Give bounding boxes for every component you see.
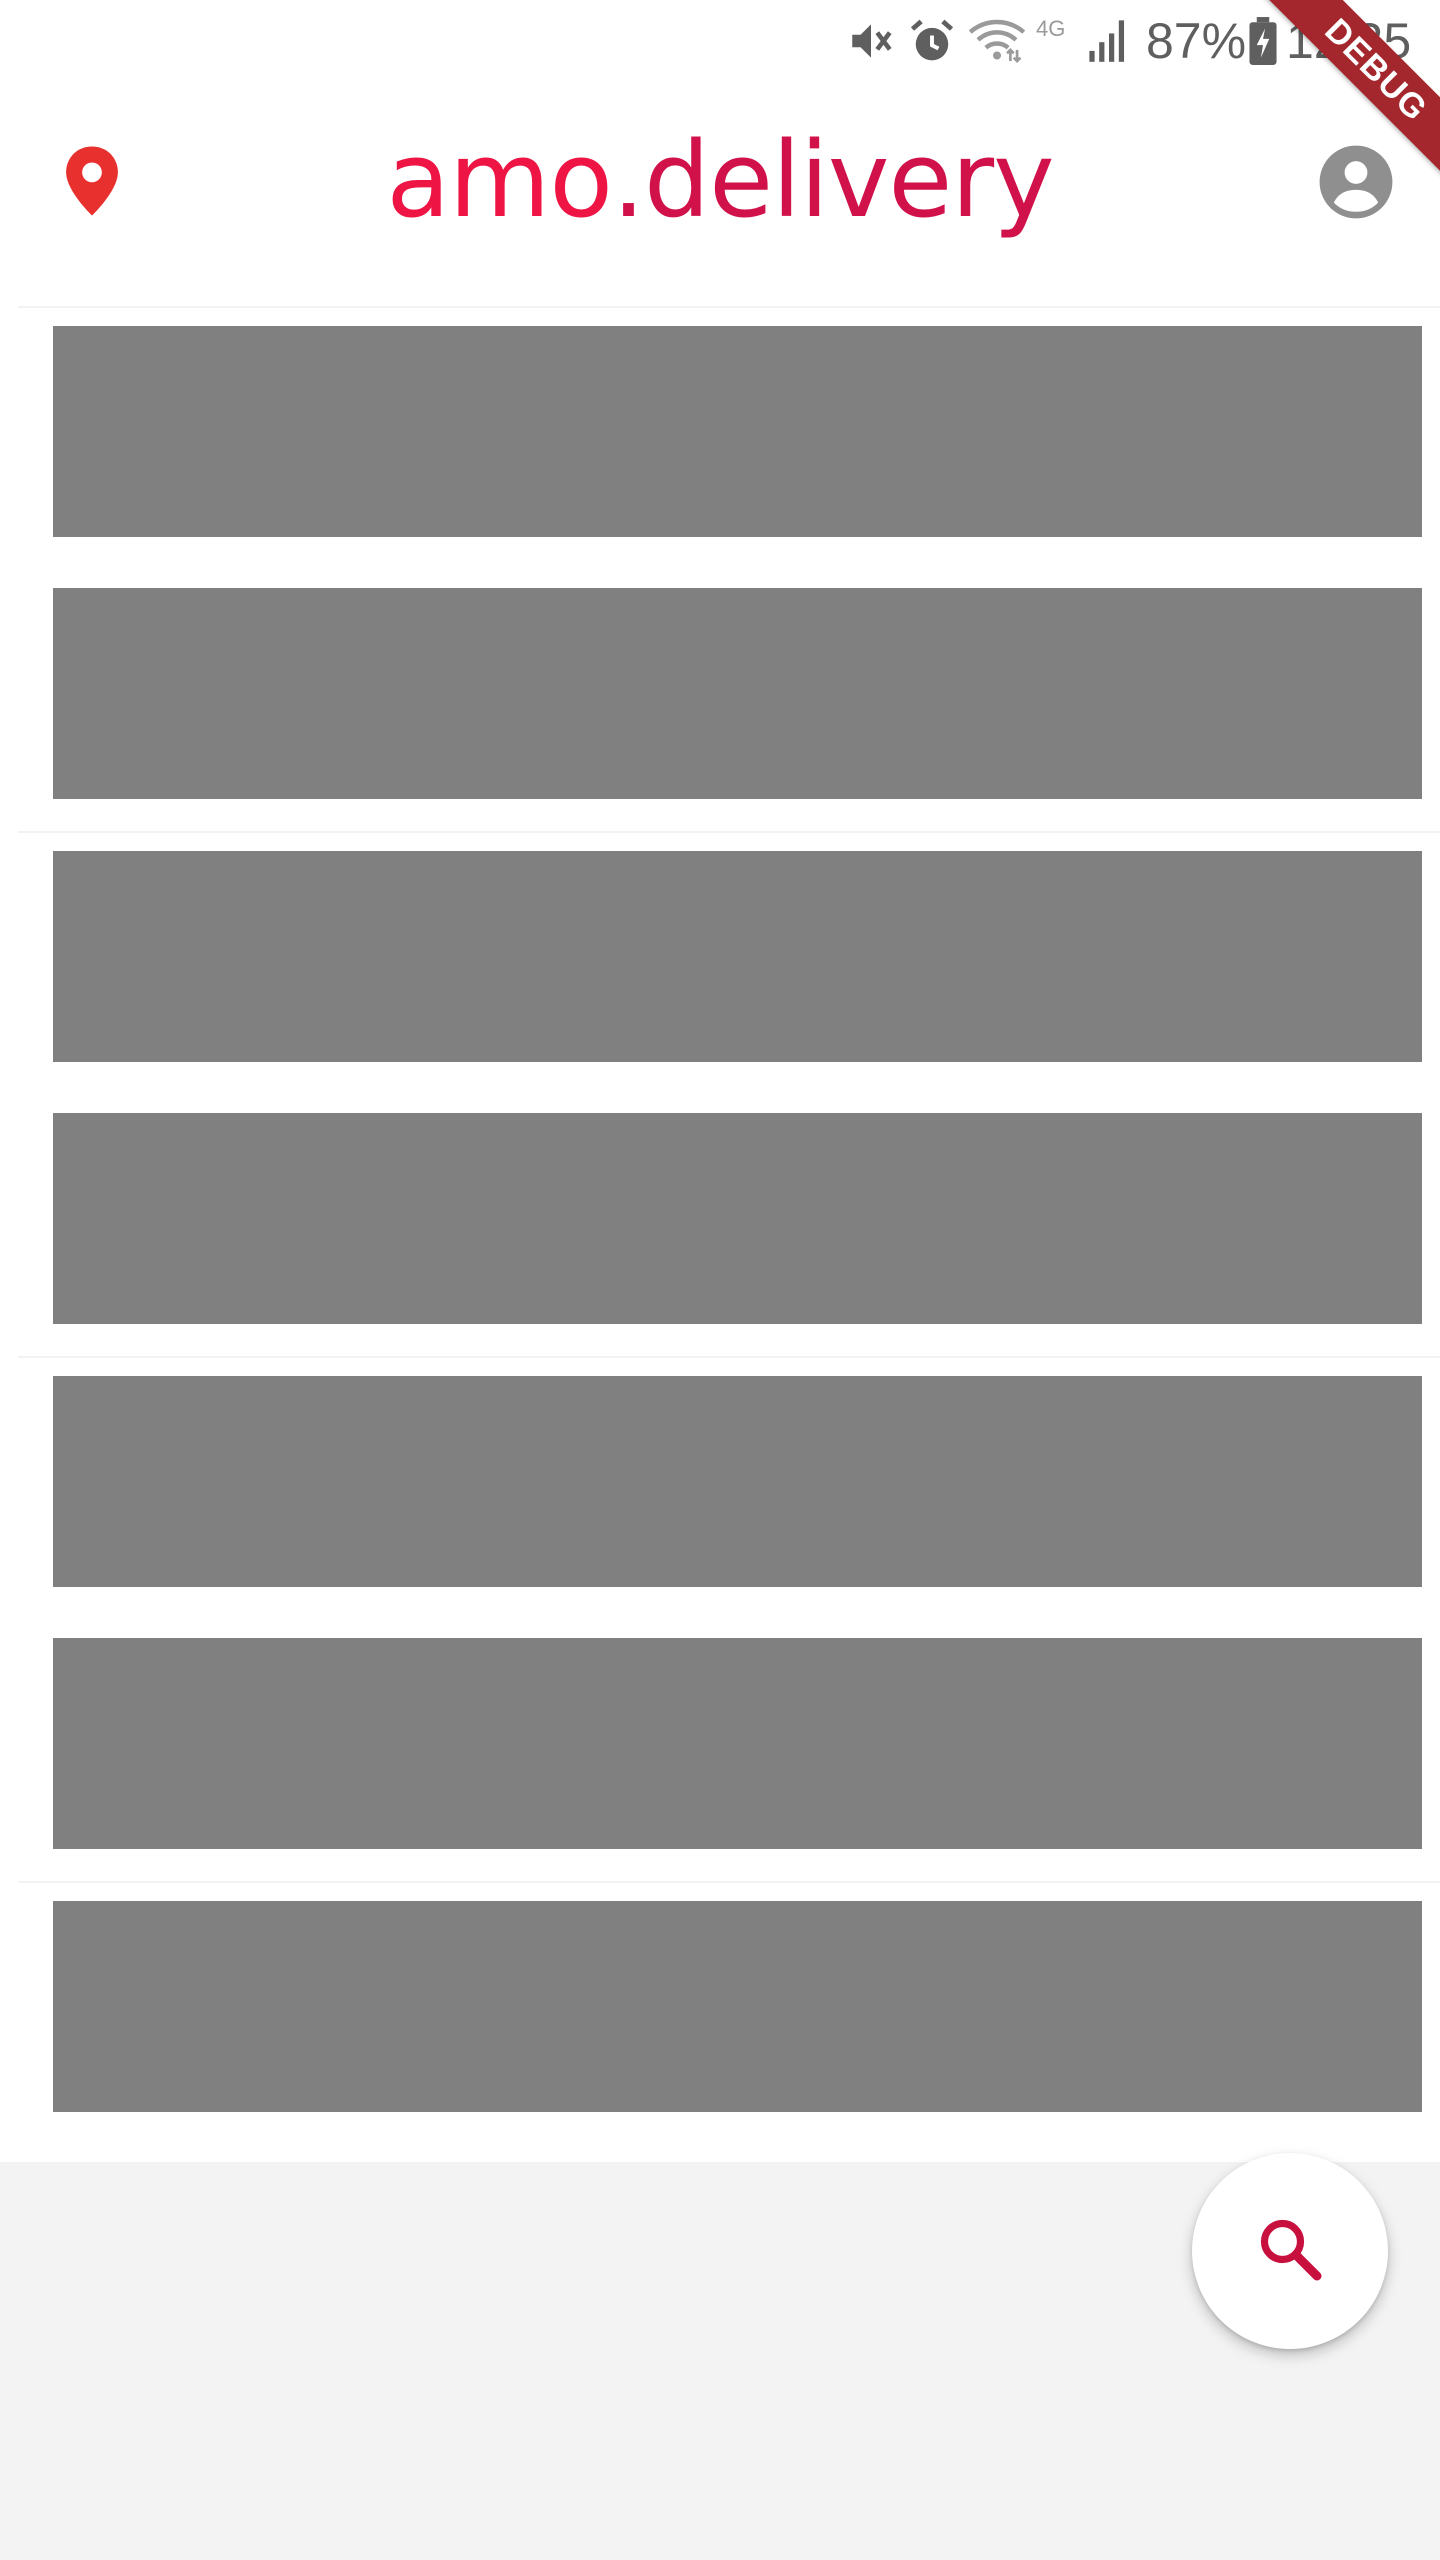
divider bbox=[18, 306, 1440, 308]
brand-logo: amo .delivery bbox=[386, 119, 1054, 241]
loading-placeholder bbox=[53, 326, 1422, 537]
battery-charging-icon bbox=[1248, 16, 1278, 71]
wifi-icon bbox=[968, 16, 1026, 71]
app-bar: amo .delivery bbox=[0, 84, 1440, 306]
account-circle-icon bbox=[1318, 145, 1394, 224]
loading-placeholder bbox=[53, 1376, 1422, 1587]
profile-button[interactable] bbox=[1318, 144, 1394, 220]
app-screen: 4G 87% 12:35 bbox=[0, 0, 1440, 2560]
logo-text-delivery: .delivery bbox=[612, 119, 1055, 241]
location-button[interactable] bbox=[62, 144, 134, 244]
loading-placeholder bbox=[53, 1638, 1422, 1849]
mute-icon bbox=[846, 16, 896, 71]
status-bar: 4G 87% 12:35 bbox=[0, 0, 1440, 84]
divider bbox=[18, 1356, 1440, 1358]
search-icon bbox=[1254, 2213, 1326, 2290]
signal-icon bbox=[1086, 16, 1132, 69]
battery-percent-label: 87% bbox=[1146, 13, 1247, 69]
loading-placeholder bbox=[53, 588, 1422, 799]
logo-text-amo: amo bbox=[386, 119, 613, 241]
loading-placeholder bbox=[53, 1113, 1422, 1324]
divider bbox=[18, 1881, 1440, 1883]
alarm-icon bbox=[906, 16, 958, 73]
search-fab-button[interactable] bbox=[1192, 2153, 1388, 2349]
divider bbox=[18, 831, 1440, 833]
location-pin-icon bbox=[62, 146, 122, 222]
network-type-label: 4G bbox=[1036, 16, 1066, 41]
loading-placeholder bbox=[53, 1901, 1422, 2112]
loading-placeholder bbox=[53, 851, 1422, 1062]
content-list bbox=[0, 306, 1440, 2162]
